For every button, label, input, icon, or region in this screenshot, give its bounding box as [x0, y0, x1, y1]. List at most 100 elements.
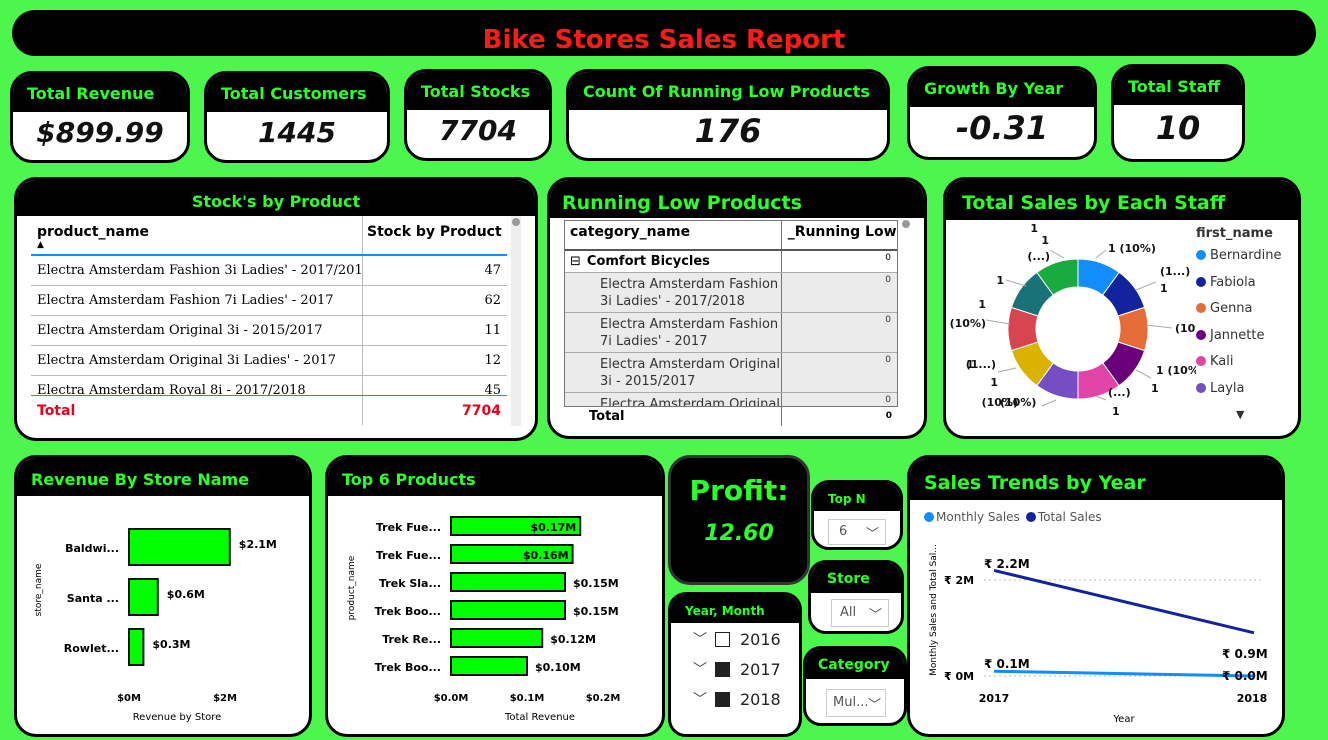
running-low-total-value: 0 — [885, 411, 892, 421]
profit-value: 12.60 — [704, 521, 774, 546]
stock-table-scrollbar[interactable] — [511, 216, 521, 426]
x-tick-label: $0.2M — [586, 693, 621, 704]
year-item[interactable]: ﹀ 2017 — [693, 659, 781, 679]
legend-more-icon[interactable]: ▼ — [1236, 408, 1244, 421]
data-label: ₹ 0.1M — [984, 657, 1030, 671]
category-value: Mul... — [833, 695, 869, 710]
legend-item[interactable]: Genna — [1196, 301, 1253, 316]
legend-dot-icon — [1196, 250, 1206, 260]
growth-by-year-card: Growth By Year -0.31 — [907, 66, 1097, 160]
store-label: Store — [811, 563, 901, 593]
legend-dot-icon — [1196, 356, 1206, 366]
expand-chevron-icon[interactable]: ﹀ — [693, 629, 707, 649]
product-line-2: 3i Ladies' - 2017/2018 — [600, 294, 745, 309]
legend-label: Kali — [1210, 354, 1234, 369]
legend-item[interactable]: Fabiola — [1196, 275, 1256, 290]
revenue-by-store-chart: Baldwi... $2.1M Santa ... $0.6M Rowlet... $0.… — [34, 528, 277, 723]
y-axis-label: product_name — [347, 555, 357, 620]
slice-label: 1 — [1041, 234, 1049, 247]
sales-trends-chart: ₹ 2M ₹ 0M 2017 2018 Year Monthly Sales and To… — [929, 544, 1268, 725]
table-row[interactable]: Electra Amsterdam Original 3i Ladies' - … — [31, 346, 507, 376]
data-label: ₹ 0.0M — [1222, 669, 1268, 683]
running-low-card: Running Low Products category_name _Runn… — [547, 177, 927, 439]
table-row[interactable]: Electra Amsterdam Fashion 3i Ladies' - 20… — [565, 273, 897, 313]
product-name-cell: Electra Amsterdam Fashion 3i Ladies' - 2… — [31, 256, 363, 285]
running-low-table: category_name _Running Low ⊟ Comfort Bicy… — [564, 220, 898, 425]
year-item[interactable]: ﹀ 2016 — [693, 629, 781, 649]
top-n-slicer: Top N 6 ﹀ — [811, 480, 903, 550]
slice-label: 1 (10%) — [1108, 242, 1156, 255]
product-category-label: Trek Boo... — [375, 605, 441, 618]
y-tick-label: ₹ 0M — [944, 670, 974, 683]
stock-total-label: Total — [31, 396, 363, 425]
product-line-1: Electra Amsterdam Fashion — [600, 317, 779, 332]
running-low-count-card: Count Of Running Low Products 176 — [566, 69, 890, 161]
product-cell: Electra Amsterdam Original 3i - 2015/2017 — [565, 353, 782, 392]
store-bar[interactable] — [128, 528, 231, 566]
store-category-label: Baldwi... — [65, 542, 119, 555]
store-slicer: Store All ﹀ — [808, 560, 904, 634]
col-product-name[interactable]: product_name ▲ — [31, 216, 363, 254]
table-row[interactable]: Electra Amsterdam Fashion 7i Ladies' - 20… — [565, 313, 897, 353]
revenue-by-store-title: Revenue By Store Name — [17, 458, 309, 496]
store-bar[interactable] — [128, 578, 159, 616]
store-bar[interactable] — [128, 628, 145, 666]
category-dropdown[interactable]: Mul... ﹀ — [826, 689, 886, 717]
col-running-low[interactable]: _Running Low — [782, 221, 897, 249]
top-products-title: Top 6 Products — [328, 458, 662, 496]
legend-item[interactable]: Kali — [1196, 354, 1234, 369]
x-tick-label: $0M — [117, 693, 141, 704]
table-row[interactable]: Electra Amsterdam Original 3i - 2015/2017… — [565, 353, 897, 393]
stock-value-cell: 12 — [484, 353, 501, 368]
chevron-down-icon: ﹀ — [867, 698, 881, 713]
leader-line — [1049, 249, 1065, 259]
profit-label: Profit: — [689, 474, 789, 507]
top-n-value: 6 — [839, 524, 848, 539]
product-category-label: Trek Fue... — [376, 549, 441, 562]
table-row[interactable]: Electra Amsterdam Fashion 3i Ladies' - 2… — [31, 256, 507, 286]
slice-label: (...) — [1027, 250, 1050, 263]
table-row[interactable]: Electra Amsterdam Fashion 7i Ladies' - 2… — [31, 286, 507, 316]
store-category-label: Rowlet... — [64, 642, 119, 655]
running-low-scrollbar[interactable] — [902, 220, 912, 232]
col-stock-by-product[interactable]: Stock by Product — [363, 216, 507, 254]
product-line-1: Electra Amsterdam Fashion — [600, 277, 779, 292]
product-value-label: $0.10M — [535, 661, 581, 674]
col-category-name[interactable]: category_name — [565, 221, 782, 249]
chevron-down-icon: ﹀ — [865, 527, 879, 542]
year-item[interactable]: ﹀ 2018 — [693, 689, 781, 709]
sales-trends-card: Sales Trends by Year Monthly Sales Total … — [907, 455, 1285, 737]
expand-chevron-icon[interactable]: ﹀ — [693, 659, 707, 679]
total-stocks-label: Total Stocks — [407, 72, 549, 110]
legend-item[interactable]: Jannette — [1196, 328, 1264, 343]
data-label: ₹ 0.9M — [1222, 647, 1268, 661]
checkbox-checked[interactable] — [715, 661, 730, 677]
total-revenue-value: $899.99 — [36, 116, 164, 149]
store-dropdown[interactable]: All ﹀ — [831, 599, 889, 627]
leader-line — [985, 319, 1011, 325]
leader-line — [1135, 281, 1157, 291]
product-bar[interactable] — [450, 572, 566, 592]
legend-item[interactable]: Bernardine — [1196, 248, 1281, 263]
top-n-dropdown[interactable]: 6 ﹀ — [828, 519, 886, 545]
slice-label: (10%) — [950, 317, 986, 330]
legend-item[interactable]: Layla — [1196, 381, 1244, 396]
product-bar[interactable] — [450, 656, 528, 676]
product-bar[interactable] — [450, 600, 566, 620]
trend-line[interactable] — [993, 669, 1255, 678]
checkbox-unchecked[interactable] — [715, 631, 730, 647]
collapse-icon[interactable]: ⊟ — [570, 254, 581, 269]
slice-label: 1 (10%) — [1156, 364, 1196, 377]
expand-chevron-icon[interactable]: ﹀ — [693, 689, 707, 709]
product-cell: Electra Amsterdam Fashion 3i Ladies' - 20… — [565, 273, 782, 312]
product-bar[interactable] — [450, 628, 544, 648]
total-staff-value: 10 — [1155, 109, 1201, 147]
top-n-label: Top N — [814, 483, 900, 511]
total-staff-card: Total Staff 10 — [1111, 64, 1245, 162]
report-title: Bike Stores Sales Report — [12, 10, 1316, 56]
total-stocks-card: Total Stocks 7704 — [404, 69, 552, 161]
stock-total-value: 7704 — [462, 403, 501, 419]
x-axis-label: Year — [1112, 714, 1135, 725]
checkbox-checked[interactable] — [715, 691, 730, 707]
table-row[interactable]: Electra Amsterdam Original 3i - 2015/201… — [31, 316, 507, 346]
